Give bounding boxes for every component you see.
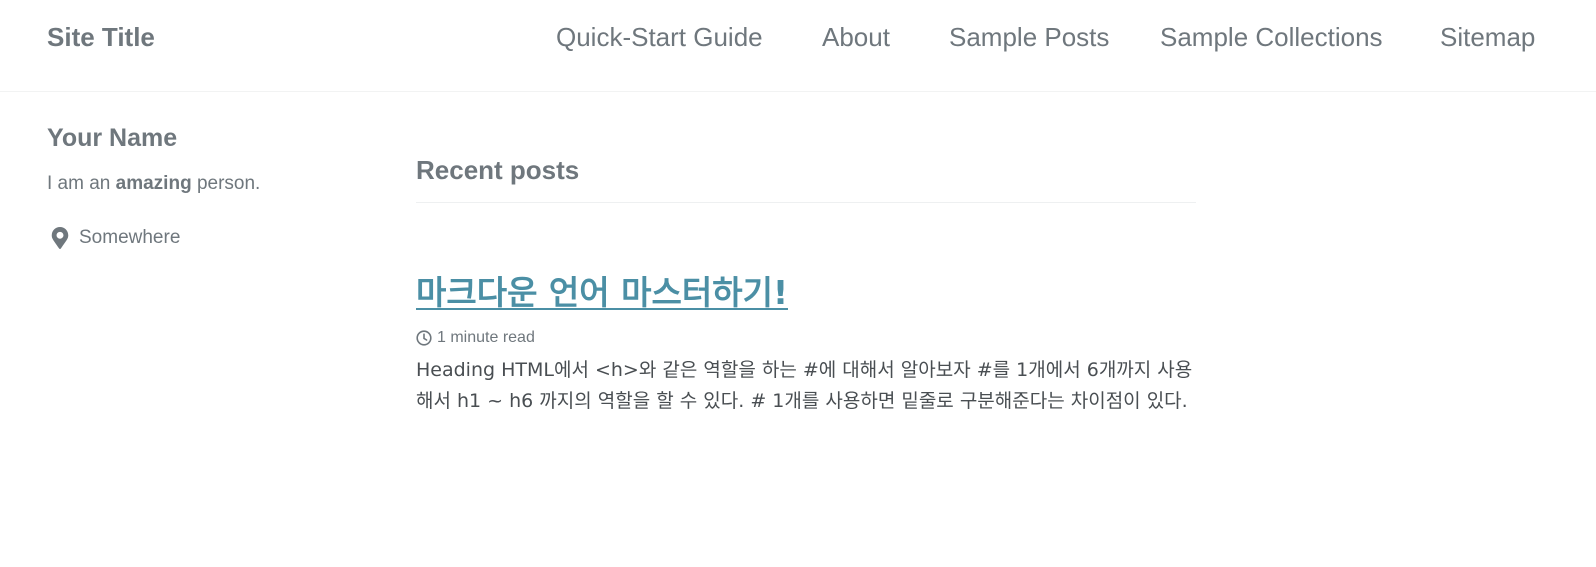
nav-link-sample-posts[interactable]: Sample Posts xyxy=(949,22,1109,53)
author-bio-suffix: person. xyxy=(191,173,261,194)
nav-link-sitemap[interactable]: Sitemap xyxy=(1440,22,1535,53)
author-location: Somewhere xyxy=(47,227,347,249)
masthead: Site Title Quick-Start Guide About Sampl… xyxy=(0,0,1596,92)
nav-link-sample-collections[interactable]: Sample Collections xyxy=(1160,22,1383,53)
author-bio: I am an amazing person. xyxy=(47,171,347,197)
read-time: 1 minute read xyxy=(416,329,1196,347)
read-time-text: 1 minute read xyxy=(437,329,535,346)
author-bio-emphasis: amazing xyxy=(115,173,192,194)
post-excerpt: Heading HTML에서 <h>와 같은 역할을 하는 #에 대해서 알아보… xyxy=(416,359,1193,412)
map-marker-icon xyxy=(51,227,69,249)
author-location-text: Somewhere xyxy=(79,227,181,248)
nav-link-about[interactable]: About xyxy=(822,22,890,53)
author-sidebar: Your Name I am an amazing person. Somewh… xyxy=(47,120,347,249)
author-name: Your Name xyxy=(47,124,178,152)
list-item: 마크다운 언어 마스터하기! 1 minute read Heading HTM… xyxy=(416,271,1196,417)
nav-link-quick-start-guide[interactable]: Quick-Start Guide xyxy=(556,22,763,53)
main-content: Recent posts 마크다운 언어 마스터하기! 1 minute rea… xyxy=(416,150,1196,436)
recent-posts-heading: Recent posts xyxy=(416,150,1196,203)
main-nav: Quick-Start Guide About Sample Posts Sam… xyxy=(0,22,1596,58)
post-title-link[interactable]: 마크다운 언어 마스터하기! xyxy=(416,271,788,315)
clock-icon xyxy=(416,330,432,346)
author-bio-prefix: I am an xyxy=(47,173,116,194)
